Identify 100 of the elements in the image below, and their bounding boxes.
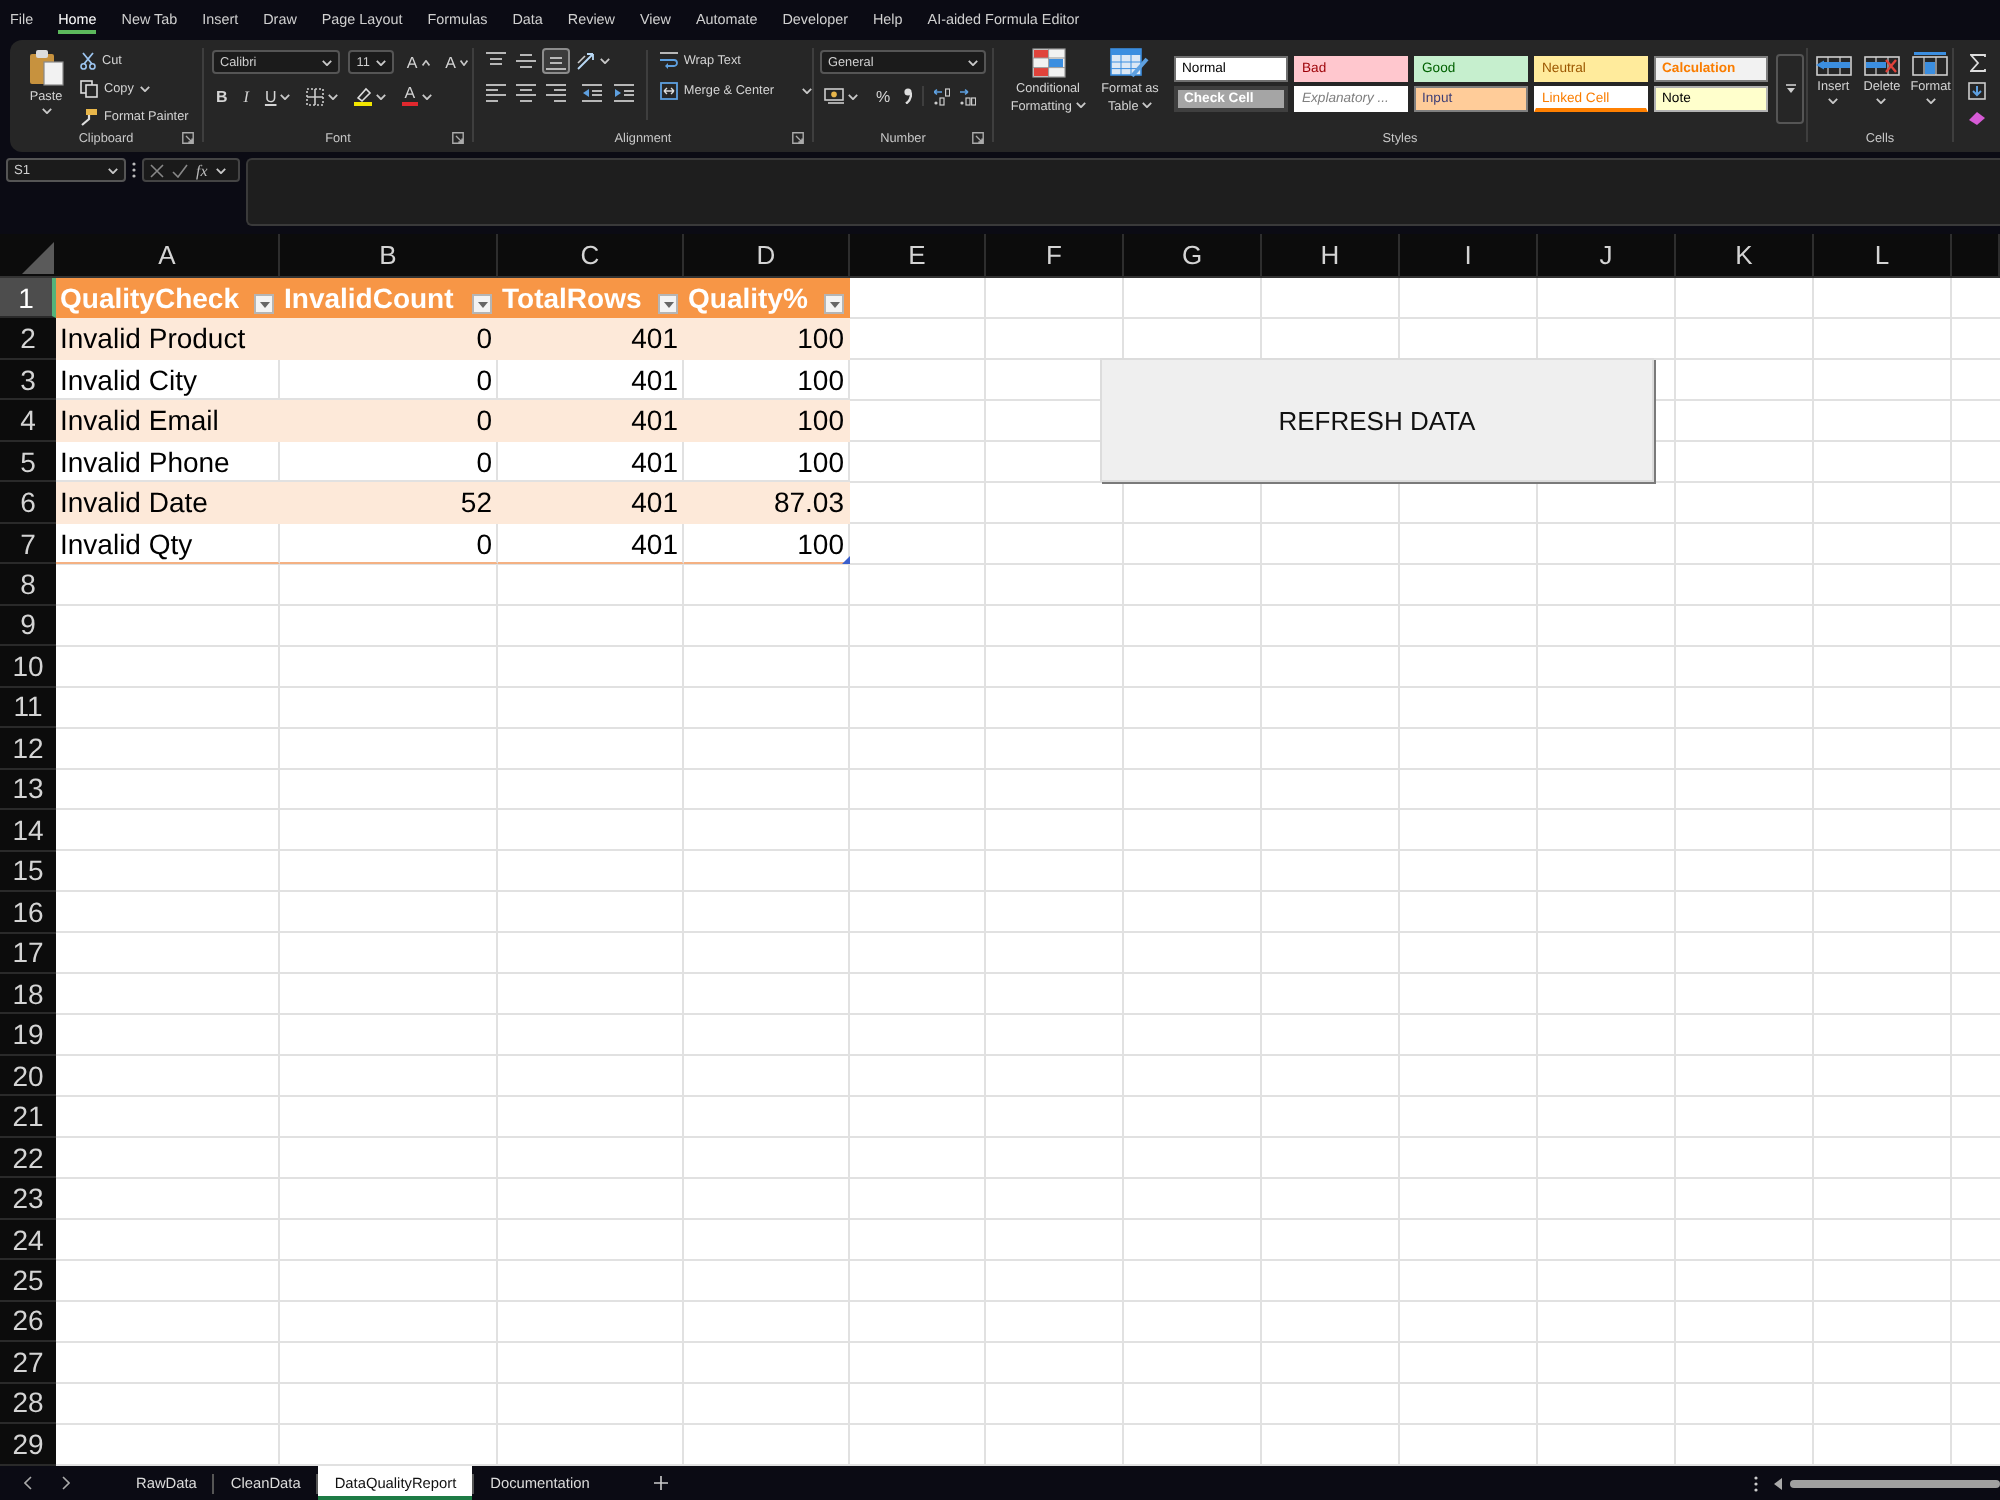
row-header[interactable]: 7 (0, 523, 56, 565)
decrease-decimal-icon[interactable] (960, 87, 977, 105)
row-header[interactable]: 3 (0, 359, 56, 401)
row-header[interactable]: 5 (0, 441, 56, 483)
bold-button[interactable]: B (212, 84, 232, 108)
align-middle-icon (516, 52, 536, 70)
shrink-font-button[interactable]: A (441, 50, 472, 74)
caret-down-icon (41, 108, 51, 114)
table-cell: 401 (498, 523, 684, 565)
gallery-more-button[interactable] (1776, 54, 1804, 124)
column-header[interactable]: I (1400, 234, 1538, 278)
row-header[interactable]: 19 (0, 1014, 56, 1056)
borders-button[interactable] (302, 84, 343, 108)
dialog-launcher-icon[interactable] (182, 132, 194, 144)
row-header[interactable]: 13 (0, 769, 56, 811)
filter-button[interactable] (254, 294, 274, 315)
column-header[interactable]: F (986, 234, 1124, 278)
dialog-launcher-icon[interactable] (452, 132, 464, 144)
decrease-indent-icon[interactable] (582, 84, 602, 102)
row-header[interactable]: 4 (0, 400, 56, 442)
row-header[interactable]: 2 (0, 318, 56, 360)
grow-font-button[interactable]: A (402, 50, 434, 74)
column-header[interactable]: H (1262, 234, 1400, 278)
alignment-button[interactable] (542, 80, 570, 106)
row-header[interactable]: 1 (0, 278, 56, 319)
alignment-button[interactable] (482, 80, 510, 106)
table-cell: Invalid Email (56, 400, 280, 442)
scrollbar-thumb[interactable] (1790, 1479, 2000, 1487)
row-header[interactable]: 16 (0, 892, 56, 933)
row-header[interactable]: 28 (0, 1383, 56, 1425)
row-header[interactable]: 15 (0, 851, 56, 893)
highlighter-icon (354, 86, 373, 106)
row-header[interactable]: 12 (0, 728, 56, 770)
column-header[interactable]: E (850, 234, 986, 278)
percent-button[interactable]: % (872, 84, 895, 108)
scroll-left-icon[interactable] (1774, 1477, 1782, 1489)
caret-down-icon (1876, 98, 1887, 104)
row-header[interactable]: 11 (0, 687, 56, 729)
filter-button[interactable] (824, 294, 844, 315)
column-header[interactable]: C (498, 234, 684, 278)
row-header[interactable]: 17 (0, 933, 56, 974)
row-header[interactable]: 27 (0, 1342, 56, 1384)
row-header[interactable]: 22 (0, 1137, 56, 1179)
cancel-icon[interactable] (150, 163, 164, 177)
row-header[interactable]: 9 (0, 605, 56, 647)
checkmark-icon[interactable] (172, 163, 188, 177)
filter-button[interactable] (658, 294, 678, 315)
fill-color-button[interactable] (350, 84, 391, 108)
dialog-launcher-icon[interactable] (792, 132, 804, 144)
font-color-button[interactable]: A (398, 84, 436, 108)
row-header[interactable]: 21 (0, 1096, 56, 1138)
caret-up-icon (421, 59, 430, 65)
caret-down-icon (376, 93, 387, 99)
chevron-right-icon[interactable] (62, 1476, 70, 1490)
column-header[interactable]: L (1814, 234, 1952, 278)
accounting-format-button[interactable] (820, 84, 862, 108)
underline-button[interactable]: U (260, 84, 295, 108)
filter-button[interactable] (472, 294, 492, 315)
column-header[interactable]: B (280, 234, 498, 278)
table-cell: 52 (280, 482, 498, 524)
column-header[interactable]: J (1538, 234, 1676, 278)
alignment-button[interactable] (512, 80, 540, 106)
increase-indent-icon[interactable] (614, 84, 634, 102)
row-header[interactable]: 25 (0, 1260, 56, 1302)
alignment-button[interactable] (542, 48, 570, 74)
row-header[interactable]: 29 (0, 1424, 56, 1466)
eraser-icon[interactable] (1968, 110, 1986, 126)
increase-decimal-icon[interactable] (934, 87, 951, 105)
comma-style-icon[interactable] (904, 88, 913, 104)
row-header[interactable]: 23 (0, 1178, 56, 1220)
alignment-button[interactable] (512, 48, 540, 74)
column-header[interactable]: G (1124, 234, 1262, 278)
row-header[interactable]: 26 (0, 1301, 56, 1343)
row-header[interactable]: 10 (0, 646, 56, 688)
chevron-left-icon[interactable] (24, 1476, 32, 1490)
row-header[interactable]: 6 (0, 482, 56, 524)
dialog-launcher-icon[interactable] (972, 132, 984, 144)
fill-down-icon[interactable] (1968, 82, 1986, 100)
sum-icon[interactable] (1969, 54, 1985, 72)
align-center-icon (516, 84, 536, 102)
refresh-data-button[interactable]: REFRESH DATA (1100, 358, 1654, 482)
orientation-button[interactable] (572, 49, 614, 73)
column-title: TotalRows (502, 281, 642, 314)
row-header[interactable]: 14 (0, 810, 56, 852)
filter-caret-icon (259, 301, 269, 308)
caret-down-icon (1828, 98, 1839, 104)
column-header[interactable]: K (1676, 234, 1814, 278)
select-all-button[interactable] (0, 234, 56, 278)
italic-button[interactable]: I (239, 84, 253, 108)
table-cell: 401 (498, 318, 684, 360)
row-header[interactable]: 24 (0, 1219, 56, 1261)
row-header[interactable]: 8 (0, 564, 56, 606)
column-header[interactable]: A (56, 234, 280, 278)
column-header[interactable]: D (684, 234, 850, 278)
row-header[interactable]: 18 (0, 973, 56, 1015)
insert-function-button[interactable]: fx (196, 161, 208, 179)
caret-down-icon (600, 58, 610, 64)
plus-icon[interactable] (653, 1476, 668, 1490)
row-header[interactable]: 20 (0, 1055, 56, 1097)
formula-input[interactable] (246, 158, 2000, 226)
